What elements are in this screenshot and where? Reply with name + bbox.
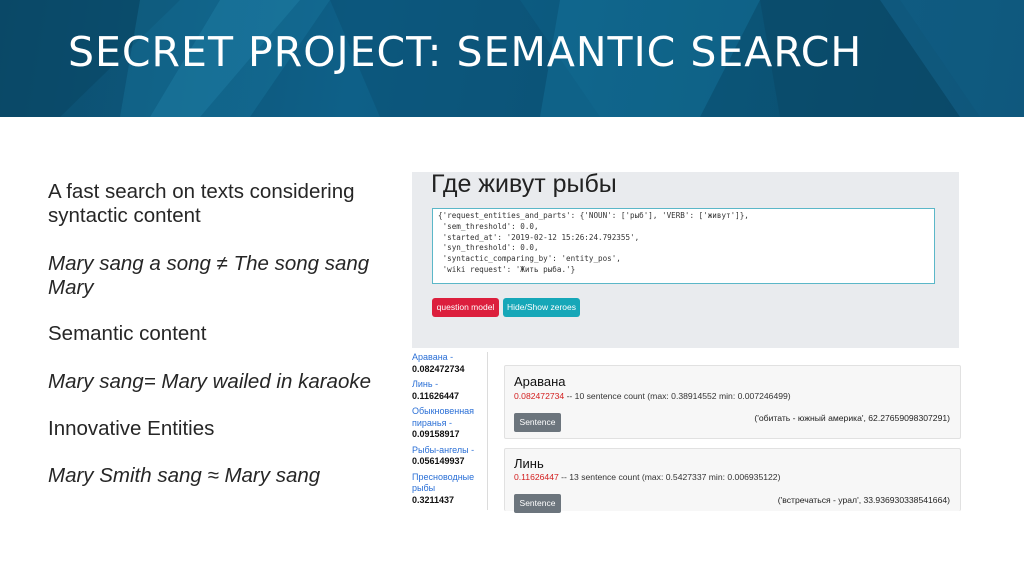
result-stats: 0.11626447 -- 13 sentence count (max: 0.… xyxy=(514,472,780,482)
point-syntactic: A fast search on texts considering synta… xyxy=(48,180,355,227)
example-semantic: Mary sang= Mary wailed in karaoke xyxy=(48,370,372,393)
result-entity: ('встречаться - урал', 33.93693033854166… xyxy=(777,495,950,505)
sidebar-item-score: 0.082472734 xyxy=(412,363,465,374)
json-line: 'syn_threshold': 0.0, xyxy=(438,243,539,253)
json-line: 'syntactic_comparing_by': 'entity_pos', xyxy=(438,254,621,264)
result-title: Линь xyxy=(514,456,544,471)
slide-header: SECRET PROJECT: SEMANTIC SEARCH xyxy=(0,0,1024,117)
sidebar-item[interactable]: Рыбы-ангелы - 0.056149937 xyxy=(412,445,487,468)
sidebar-item[interactable]: Аравана - 0.082472734 xyxy=(412,352,487,375)
sidebar-item-link[interactable]: Пресноводные рыбы xyxy=(412,472,487,495)
sidebar-item-link[interactable]: Обыкновенная пиранья - xyxy=(412,406,487,429)
json-line: 'wiki request': 'Жить рыба.'} xyxy=(438,264,576,274)
sidebar-item-score: 0.11626447 xyxy=(412,390,460,401)
json-line: 'started_at': '2019-02-12 15:26:24.79235… xyxy=(438,232,640,242)
json-line: 'sem_threshold': 0.0, xyxy=(438,221,539,231)
sentence-button[interactable]: Sentence xyxy=(514,413,561,432)
result-title: Аравана xyxy=(514,374,566,389)
result-details: -- 10 sentence count (max: 0.38914552 mi… xyxy=(564,391,791,401)
slide-title: SECRET PROJECT: SEMANTIC SEARCH xyxy=(68,28,863,76)
result-stats: 0.082472734 -- 10 sentence count (max: 0… xyxy=(514,391,791,401)
hide-show-zeroes-button[interactable]: Hide/Show zeroes xyxy=(503,298,580,317)
question-model-button[interactable]: question model xyxy=(432,298,499,317)
sentence-button[interactable]: Sentence xyxy=(514,494,561,513)
point-entities: Innovative Entities xyxy=(48,417,215,440)
request-json-box: {'request_entities_and_parts': {'NOUN': … xyxy=(432,208,935,284)
sidebar-item-score: 0.056149937 xyxy=(412,456,465,466)
sidebar-item[interactable]: Линь - 0.11626447 xyxy=(412,379,487,402)
sidebar-item-link[interactable]: Рыбы-ангелы - xyxy=(412,445,487,457)
json-line: {'request_entities_and_parts': {'NOUN': … xyxy=(438,211,749,220)
sidebar-item[interactable]: Пресноводные рыбы 0.3211437 xyxy=(412,472,487,507)
query-heading: Где живут рыбы xyxy=(431,170,617,198)
sidebar-item-score: 0.09158917 xyxy=(412,429,460,439)
sidebar-item[interactable]: Обыкновенная пиранья - 0.09158917 xyxy=(412,406,487,441)
example-entities: Mary Smith sang ≈ Mary sang xyxy=(48,464,321,487)
result-details: -- 13 sentence count (max: 0.5427337 min… xyxy=(558,472,781,482)
result-entity: ('обитать - южный америка', 62.276590983… xyxy=(754,413,950,423)
sidebar-item-link[interactable]: Аравана - xyxy=(412,352,487,364)
sidebar-item-score: 0.3211437 xyxy=(412,494,455,505)
result-score: 0.11626447 xyxy=(514,472,559,482)
sidebar-item-link[interactable]: Линь - xyxy=(412,379,438,389)
point-semantic: Semantic content xyxy=(48,322,207,345)
result-score: 0.082472734 xyxy=(514,391,565,401)
result-card: Аравана 0.082472734 -- 10 sentence count… xyxy=(504,365,961,439)
example-syntactic: Mary sang a song ≠ The song sang Mary xyxy=(48,252,370,299)
results-sidebar: Аравана - 0.082472734 Линь - 0.11626447 … xyxy=(412,352,488,510)
query-panel: Где живут рыбы {'request_entities_and_pa… xyxy=(412,170,959,348)
result-card: Линь 0.11626447 -- 13 sentence count (ma… xyxy=(504,448,961,513)
